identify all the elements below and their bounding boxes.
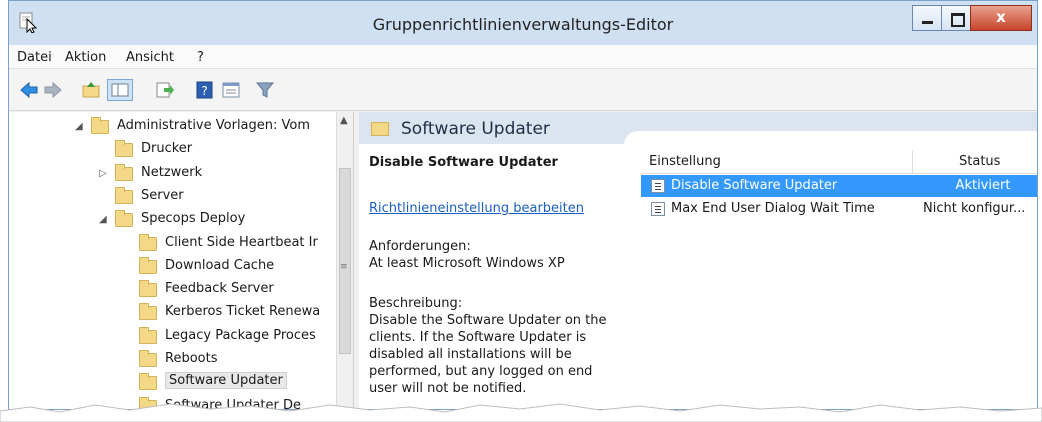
tree-item[interactable]: Reboots	[9, 349, 339, 372]
tree-item-label: Legacy Package Proces	[165, 327, 316, 343]
detail-header: Software Updater	[359, 112, 1037, 145]
menu-aktion[interactable]: Aktion	[65, 50, 106, 65]
setting-name: Disable Software Updater	[671, 178, 838, 193]
menu-help[interactable]: ?	[197, 50, 204, 65]
close-button[interactable]: x	[970, 5, 1032, 31]
tree-item-label: Kerberos Ticket Renewa	[165, 304, 321, 320]
folder-icon	[139, 303, 157, 321]
torn-paper-edge	[0, 403, 1042, 422]
folder-title: Software Updater	[401, 119, 550, 139]
show-hide-tree-icon[interactable]	[107, 79, 133, 101]
up-folder-icon[interactable]	[81, 81, 101, 99]
tree-item-label: Client Side Heartbeat Ir	[165, 234, 318, 250]
menu-bar: Datei Aktion Ansicht ?	[9, 45, 1037, 69]
setting-name: Max End User Dialog Wait Time	[671, 201, 875, 216]
app-window: Gruppenrichtlinienverwaltungs-Editor x D…	[8, 0, 1038, 410]
edit-policy-link[interactable]: Richtlinieneinstellung bearbeiten	[369, 200, 584, 217]
tree-item[interactable]: Feedback Server	[9, 279, 339, 302]
folder-icon	[139, 326, 157, 344]
tree-item-label: Server	[141, 187, 184, 203]
policy-setting-icon	[651, 179, 665, 193]
description-text: Disable the Software Updater on the clie…	[369, 313, 607, 396]
description-label: Beschreibung:	[369, 296, 463, 311]
folder-icon	[115, 140, 133, 158]
column-header-einstellung[interactable]: Einstellung	[641, 150, 913, 174]
tree-item[interactable]: Server	[9, 186, 339, 209]
tree-item[interactable]: Client Side Heartbeat Ir	[9, 233, 339, 256]
policy-name: Disable Software Updater	[369, 155, 558, 170]
tree-item[interactable]: Kerberos Ticket Renewa	[9, 302, 339, 325]
column-label: Status	[959, 154, 1001, 169]
tree-item-label: Feedback Server	[165, 281, 274, 297]
folder-icon	[91, 117, 109, 134]
tree-item-label: Specops Deploy	[141, 211, 246, 227]
folder-icon	[139, 373, 157, 391]
tree-item[interactable]: ▷ Netzwerk	[9, 163, 339, 186]
tree-item-label: Administrative Vorlagen: Vom	[117, 118, 311, 133]
minimize-button[interactable]	[912, 5, 942, 31]
policy-setting-icon	[651, 202, 665, 216]
tree-item[interactable]: Download Cache	[9, 256, 339, 279]
folder-icon	[139, 233, 157, 251]
menu-datei[interactable]: Datei	[17, 50, 52, 65]
tree-item-label: Netzwerk	[141, 164, 203, 180]
window-title: Gruppenrichtlinienverwaltungs-Editor	[372, 15, 674, 34]
help-icon[interactable]: ?	[195, 81, 215, 99]
folder-icon	[115, 186, 133, 204]
detail-pane: Software Updater Disable Software Update…	[359, 112, 1037, 409]
tree-item-label: Download Cache	[165, 257, 275, 273]
setting-status: Aktiviert	[955, 178, 1011, 193]
requirements-label: Anforderungen:	[369, 239, 471, 254]
list-row-max-end-user-dialog[interactable]: Max End User Dialog Wait Time Nicht konf…	[641, 198, 1037, 220]
scroll-thumb[interactable]	[339, 168, 351, 354]
expand-toggle-icon[interactable]: ▷	[99, 168, 107, 179]
forward-arrow-icon[interactable]	[43, 81, 63, 99]
folder-icon	[139, 280, 157, 298]
filter-icon[interactable]	[255, 81, 275, 99]
tree-pane: ◢ Administrative Vorlagen: Vom Drucker ▷ Net…	[9, 112, 354, 409]
tree-item[interactable]: ◢ Administrative Vorlagen: Vom	[9, 116, 339, 139]
folder-icon	[115, 163, 133, 181]
folder-icon	[139, 256, 157, 274]
tree-item[interactable]: Drucker	[9, 139, 339, 162]
svg-text:?: ?	[201, 84, 207, 98]
title-bar[interactable]: Gruppenrichtlinienverwaltungs-Editor x	[9, 1, 1037, 45]
column-label: Einstellung	[649, 154, 721, 169]
tree-item-label: Software Updater	[165, 372, 287, 390]
tree-item-label: Drucker	[141, 141, 193, 157]
list-row-disable-software-updater[interactable]: Disable Software Updater Aktiviert	[641, 175, 1037, 197]
folder-icon	[371, 122, 389, 136]
folder-icon	[115, 210, 133, 228]
column-header-status[interactable]: Status	[913, 150, 1037, 174]
tree-scrollbar[interactable]: ▲ ≡	[336, 112, 353, 409]
toolbar: ?	[9, 69, 1037, 111]
tree-item[interactable]: Software Updater	[9, 372, 339, 395]
export-list-icon[interactable]	[155, 81, 175, 99]
back-arrow-icon[interactable]	[19, 81, 39, 99]
scroll-up-arrow-icon[interactable]: ▲	[340, 115, 348, 126]
menu-ansicht[interactable]: Ansicht	[126, 50, 174, 65]
folder-icon	[139, 350, 157, 367]
settings-list: Einstellung Status Disable Software Upda…	[641, 150, 1037, 409]
close-icon: x	[996, 8, 1006, 26]
scroll-grip-icon: ≡	[340, 262, 348, 272]
tree-item[interactable]: ◢ Specops Deploy	[9, 209, 339, 232]
tree-item-label: Reboots	[165, 351, 218, 366]
setting-status: Nicht konfigur...	[923, 201, 1026, 216]
properties-icon[interactable]	[221, 81, 241, 99]
maximize-button[interactable]	[941, 5, 971, 31]
expand-toggle-icon[interactable]: ◢	[99, 214, 107, 225]
tree-item[interactable]: Legacy Package Proces	[9, 326, 339, 349]
extended-description: Disable Software Updater Richtlinieneins…	[369, 154, 621, 396]
requirements-value: At least Microsoft Windows XP	[369, 256, 565, 271]
expand-toggle-icon[interactable]: ◢	[75, 121, 83, 132]
